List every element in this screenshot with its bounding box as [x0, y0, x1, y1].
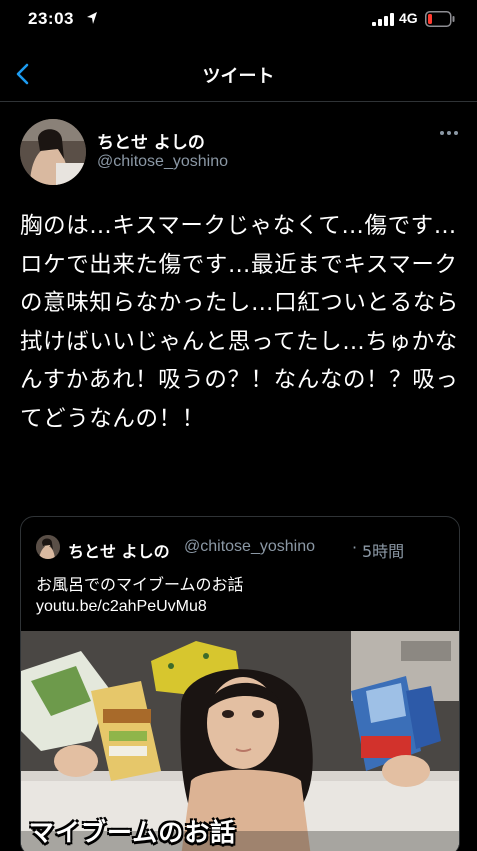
location-arrow-icon [87, 12, 97, 24]
tweet-body: 胸のは…キスマークじゃなくて…傷です…ロケで出来た傷です…最近までキスマークの意… [20, 213, 459, 432]
network-type: 4G [399, 10, 418, 26]
quoted-avatar [36, 535, 60, 559]
tweet-author: ちとせ よしの @chitose_yoshino [0, 112, 477, 192]
battery-low-icon [425, 11, 455, 27]
author-handle[interactable]: @chitose_yoshino [97, 153, 228, 171]
status-bar: 23:03 4G [0, 0, 477, 40]
quoted-tweet[interactable]: ちとせ よしの @chitose_yoshino · 5時間 お風呂でのマイブー… [20, 516, 460, 851]
quoted-display-name: ちとせ よしの [68, 542, 170, 561]
quoted-link[interactable]: youtu.be/c2ahPeUvMu8 [36, 598, 207, 616]
cellular-signal-icon [372, 13, 394, 26]
quoted-avatar-photo [36, 535, 60, 559]
quoted-handle: @chitose_yoshino [184, 538, 315, 555]
avatar-photo [20, 119, 86, 185]
page-title: ツイート [202, 66, 275, 87]
avatar[interactable] [20, 119, 86, 185]
status-time: 23:03 [28, 9, 74, 28]
more-options-icon[interactable] [439, 130, 459, 136]
author-display-name[interactable]: ちとせ よしの [97, 128, 205, 153]
separator-dot: · [352, 538, 358, 557]
video-thumbnail[interactable]: マイブームのお話 [21, 631, 459, 851]
quoted-text: お風呂でのマイブームのお話 [36, 575, 244, 594]
video-caption: マイブームのお話 [29, 818, 237, 847]
quoted-timestamp: 5時間 [362, 542, 405, 561]
navigation-bar: ツイート [0, 44, 477, 102]
